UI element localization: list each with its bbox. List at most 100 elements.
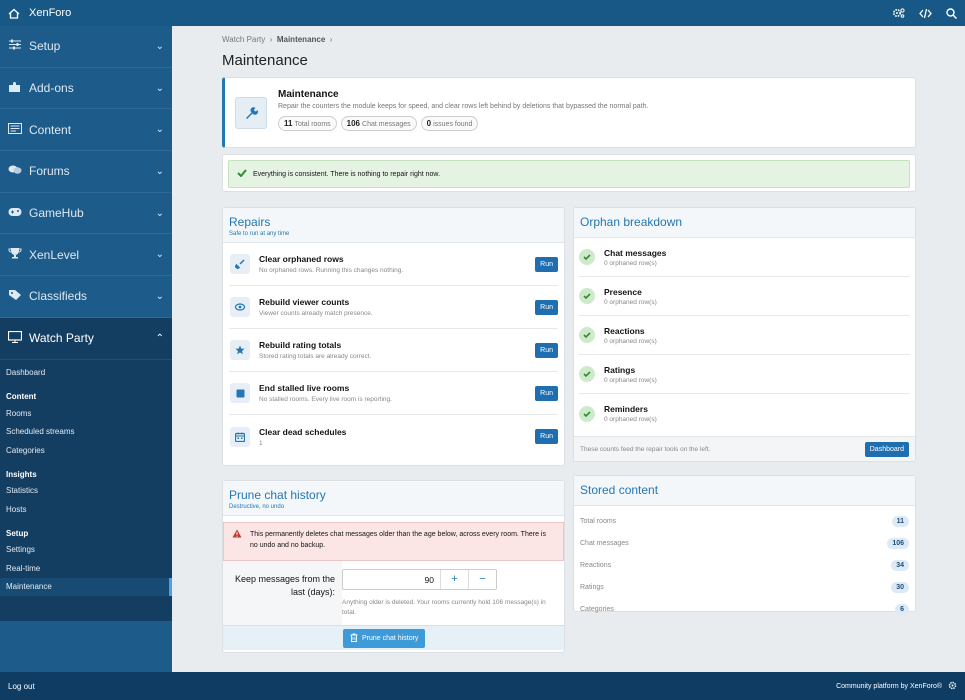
stat-pill-number: 106 (346, 119, 361, 128)
status-message: Everything is consistent. There is nothi… (253, 170, 441, 178)
page-title: Maintenance (222, 52, 308, 69)
top-bar: XenForo (0, 0, 965, 26)
stat-pill: 106 Chat messages (340, 116, 417, 131)
orphan-footer: These counts feed the repair tools on th… (574, 436, 915, 461)
logout-link[interactable]: Log out (8, 682, 35, 691)
stat-pill: 11 Total rooms (278, 116, 337, 131)
sidebar-item-hosts[interactable]: Hosts (0, 500, 172, 519)
chevron-down-icon: ⌄ (155, 82, 164, 94)
breadcrumb-item[interactable]: Maintenance (277, 35, 325, 44)
orphan-count: 0 orphaned row(s) (604, 337, 657, 345)
orphan-title: Reactions (604, 325, 645, 336)
stat-row: Categories 6 (574, 598, 915, 620)
status-panel: Everything is consistent. There is nothi… (222, 154, 916, 192)
nav-label: Watch Party (29, 331, 94, 346)
stat-row: Total rooms 11 (574, 510, 915, 532)
orphan-row: Ratings 0 orphaned row(s) (579, 355, 910, 394)
repair-row: Clear orphaned rows No orphaned rows. Run… (229, 243, 558, 286)
nav-section-gamehub[interactable]: GameHub ⌄ (0, 193, 172, 235)
nav-section-forums[interactable]: Forums ⌄ (0, 151, 172, 193)
nav-label: Setup (29, 39, 61, 54)
chevron-down-icon: ⌄ (155, 40, 164, 52)
sidebar-item-categories[interactable]: Categories (0, 441, 172, 460)
chevron-down-icon: ⌄ (155, 290, 164, 302)
trash-icon (350, 633, 358, 644)
powered-by-text[interactable]: Community platform by XenForo® (836, 683, 942, 690)
nav-section-watch-party[interactable]: Watch Party ⌃ (0, 317, 172, 360)
repair-title: Rebuild viewer counts (259, 297, 350, 307)
nav-section-content[interactable]: Content ⌄ (0, 109, 172, 152)
sidebar-item-settings[interactable]: Settings (0, 541, 172, 560)
sidebar-item-scheduled-streams[interactable]: Scheduled streams (0, 423, 172, 442)
sidebar-item-statistics[interactable]: Statistics (0, 482, 172, 501)
sidebar-item-rooms[interactable]: Rooms (0, 404, 172, 423)
check-icon (579, 288, 595, 304)
chevron-down-icon: ⌄ (155, 124, 164, 136)
run-button[interactable]: Run (535, 342, 558, 358)
tag-icon (8, 289, 22, 304)
orphan-breakdown-panel: Orphan breakdown Chat messages 0 orphaned… (573, 207, 916, 462)
cog-icon[interactable] (948, 681, 957, 692)
forum-icon (8, 164, 22, 178)
sidebar-item-dashboard[interactable]: Dashboard (0, 364, 172, 383)
stat-value: 11 (891, 515, 909, 527)
stat-pill-label: Chat messages (362, 121, 411, 128)
panel-title: Repairs (229, 215, 271, 229)
cog-icon[interactable] (892, 7, 905, 19)
days-input[interactable]: 90 (343, 570, 440, 589)
nav-label: Content (29, 122, 72, 137)
panel-title: Stored content (580, 483, 659, 497)
nav-section-setup[interactable]: Setup ⌄ (0, 26, 172, 68)
stat-row: Reactions 34 (574, 554, 915, 576)
decrement-button[interactable]: − (468, 570, 496, 589)
warning-box: This permanently deletes chat messages o… (223, 522, 564, 561)
repair-description: Stored rating totals are already correct… (259, 353, 372, 360)
check-icon (579, 249, 595, 265)
stat-row: Ratings 30 (574, 576, 915, 598)
intro-title: Maintenance (278, 89, 339, 100)
warning-text: This permanently deletes chat messages o… (250, 531, 546, 549)
intro-description: Repair the counters the module keeps for… (278, 103, 649, 110)
nav-section-add-ons[interactable]: Add-ons ⌄ (0, 68, 172, 110)
stat-row: Chat messages 106 (574, 532, 915, 554)
orphan-row: Chat messages 0 orphaned row(s) (579, 238, 910, 277)
orphan-title: Ratings (604, 364, 636, 375)
stored-content-panel: Stored content Total rooms 11 Chat messag… (573, 475, 916, 615)
breadcrumb-item[interactable]: Watch Party (222, 35, 265, 44)
home-icon[interactable] (8, 8, 20, 19)
check-icon (579, 366, 595, 382)
sidebar-item-real-time[interactable]: Real-time (0, 559, 172, 578)
chevron-down-icon: ⌄ (155, 165, 164, 177)
eye-icon (230, 297, 250, 317)
footer-note: These counts feed the repair tools on th… (580, 445, 711, 453)
repair-title: Rebuild rating totals (259, 340, 342, 350)
search-icon[interactable] (946, 7, 957, 19)
orphan-title: Chat messages (604, 247, 667, 258)
nav-section-xenlevel[interactable]: XenLevel ⌄ (0, 234, 172, 277)
prune-button[interactable]: Prune chat history (343, 628, 426, 648)
dashboard-button[interactable]: Dashboard (864, 441, 909, 457)
repair-row: Rebuild viewer counts Viewer counts alrea… (229, 286, 558, 329)
stop-icon (230, 383, 250, 403)
run-button[interactable]: Run (535, 256, 558, 272)
nav-section-classifieds[interactable]: Classifieds ⌄ (0, 276, 172, 318)
chevron-down-icon: ⌄ (155, 207, 164, 219)
brand-name[interactable]: XenForo (29, 7, 71, 19)
stat-pill-number: 11 (284, 119, 293, 128)
sidebar-heading-content: Content (6, 392, 37, 401)
days-stepper[interactable]: 90 + − (342, 569, 497, 590)
sidebar-item-maintenance[interactable]: Maintenance (0, 577, 172, 596)
run-button[interactable]: Run (535, 385, 558, 401)
stat-value: 106 (887, 537, 909, 549)
wrench-icon (235, 97, 267, 129)
sidebar-heading-setup: Setup (6, 528, 29, 538)
check-icon (579, 327, 595, 343)
repair-description: No stalled rooms. Every live room is rep… (259, 396, 392, 403)
run-button[interactable]: Run (535, 299, 558, 315)
stat-pill-number: 0 (426, 119, 432, 128)
sliders-icon (8, 39, 22, 53)
run-button[interactable]: Run (535, 429, 558, 444)
code-icon[interactable] (919, 8, 932, 19)
orphan-title: Reminders (604, 404, 648, 414)
increment-button[interactable]: + (440, 570, 468, 589)
